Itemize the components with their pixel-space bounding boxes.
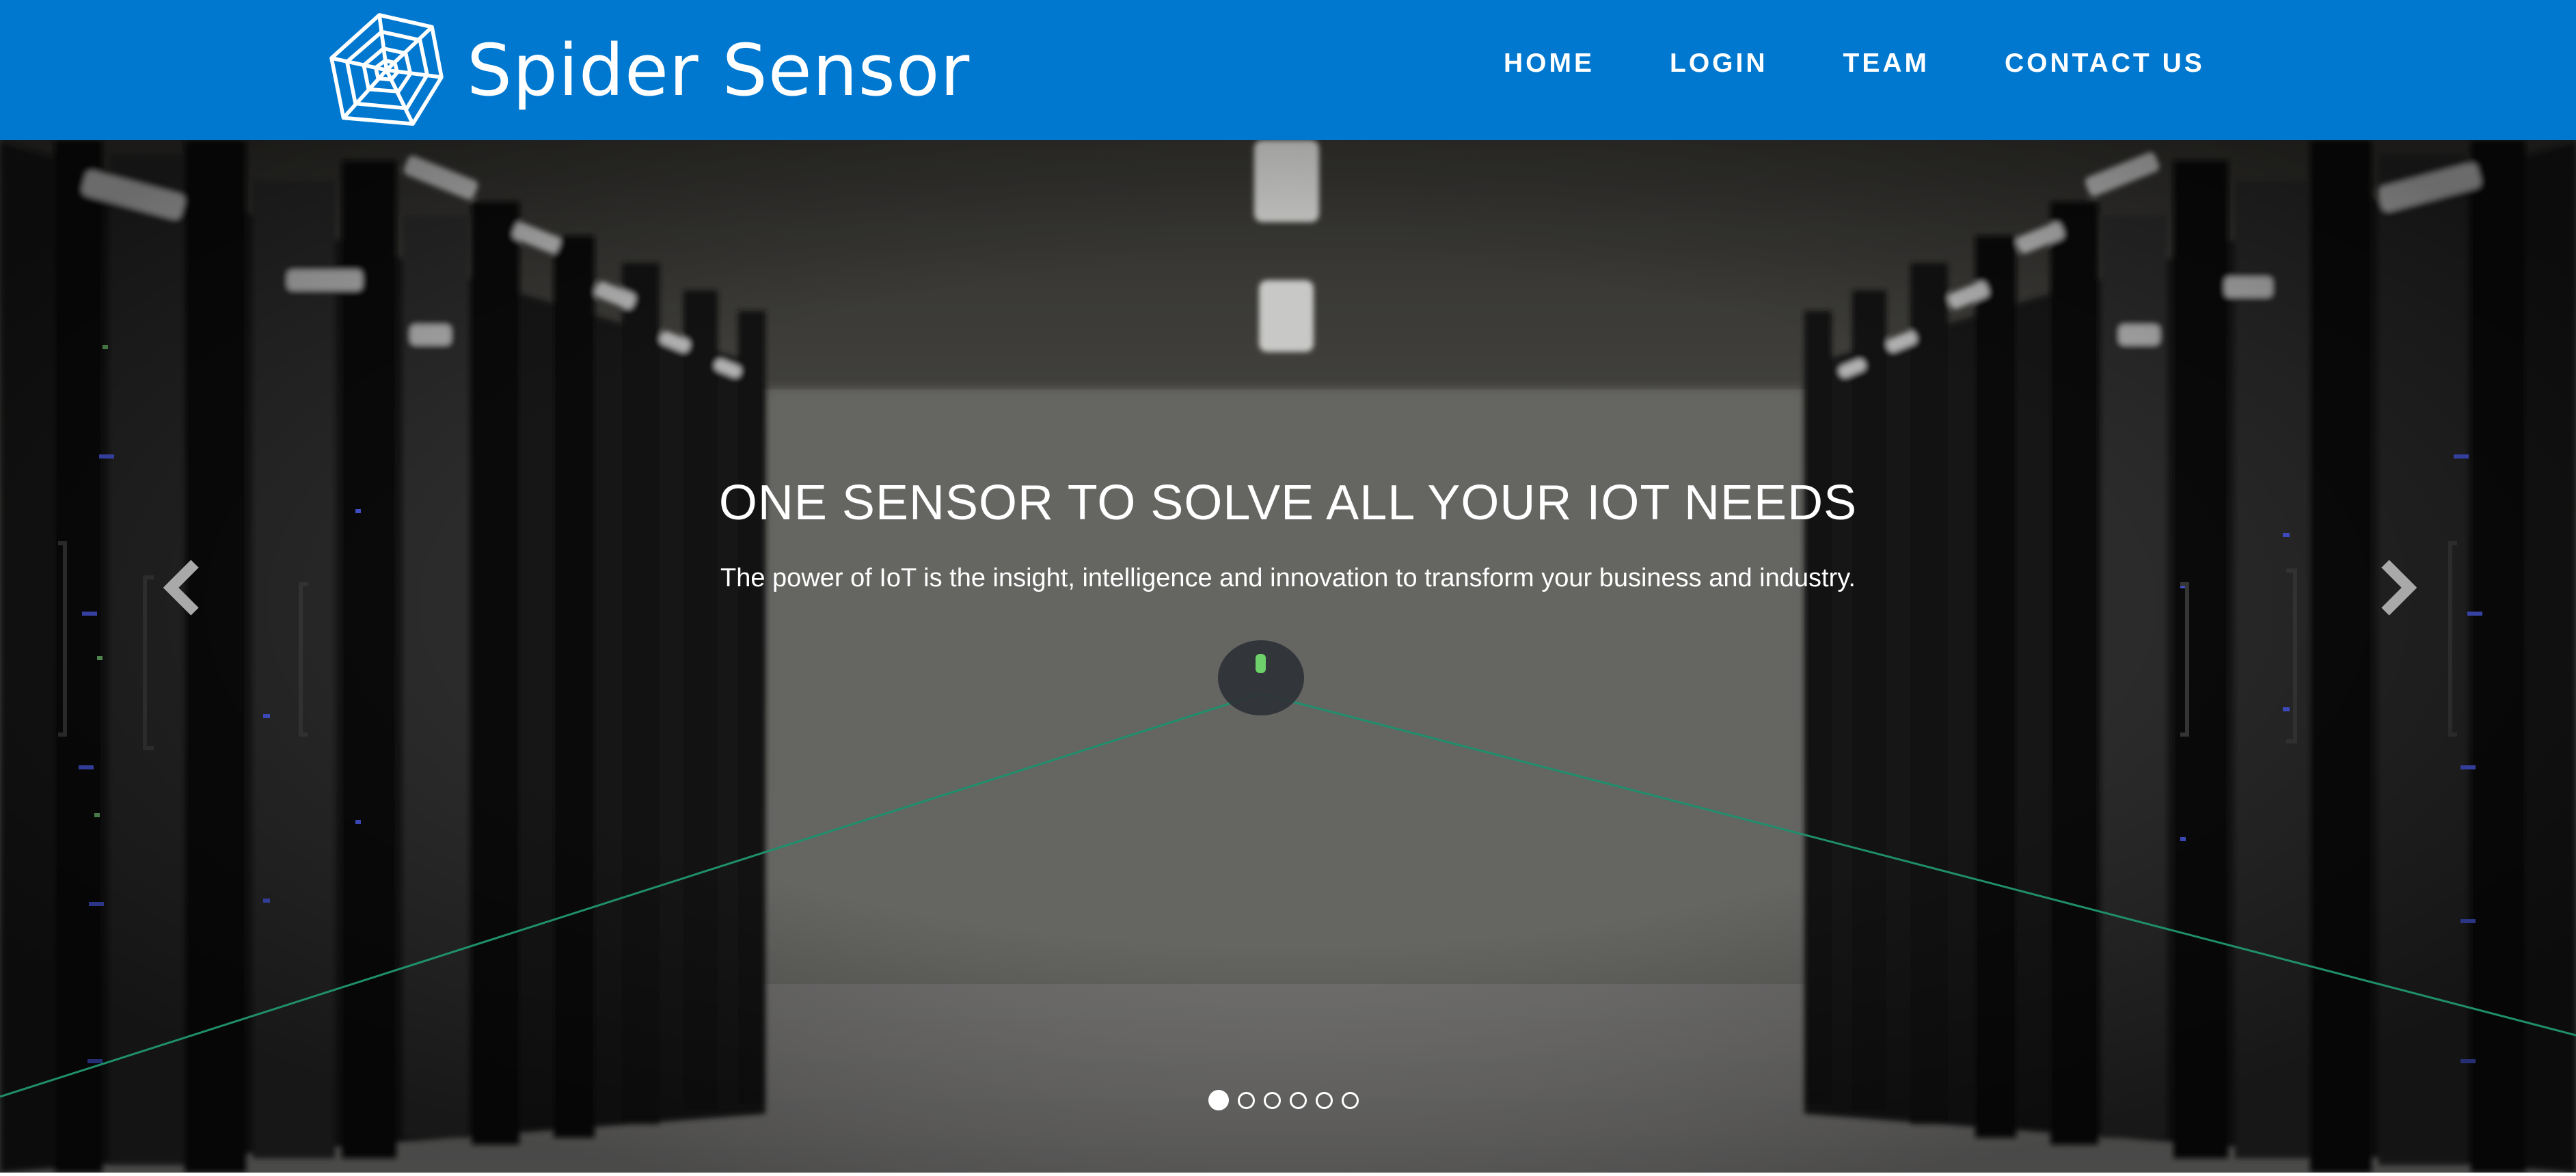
hero-title: ONE SENSOR TO SOLVE ALL YOUR IOT NEEDS: [718, 476, 1858, 530]
chevron-left-icon: [163, 560, 199, 616]
carousel-indicator-6[interactable]: [1342, 1091, 1359, 1109]
hero-subtitle: The power of IoT is the insight, intelli…: [720, 564, 1856, 592]
carousel-indicator-3[interactable]: [1264, 1091, 1281, 1109]
page-bottom-edge: [0, 1173, 2576, 1176]
carousel-indicators: [1208, 1090, 1368, 1110]
brand-home-link[interactable]: Spider Sensor: [327, 0, 970, 140]
nav-home-link[interactable]: HOME: [1504, 49, 1595, 79]
carousel-indicator-5[interactable]: [1316, 1091, 1333, 1109]
carousel-indicator-2[interactable]: [1238, 1091, 1255, 1109]
hero-carousel: ONE SENSOR TO SOLVE ALL YOUR IOT NEEDS T…: [0, 140, 2576, 1173]
main-nav: HOME LOGIN TEAM CONTACT US: [1504, 0, 2205, 126]
carousel-next-button[interactable]: [2368, 550, 2423, 625]
spider-web-icon: [329, 13, 444, 126]
chevron-right-icon: [2381, 560, 2417, 616]
brand-name: Spider Sensor: [467, 28, 971, 112]
nav-login-link[interactable]: LOGIN: [1670, 49, 1768, 79]
nav-team-link[interactable]: TEAM: [1843, 49, 1930, 79]
carousel-prev-button[interactable]: [157, 550, 212, 625]
carousel-indicator-1[interactable]: [1208, 1090, 1229, 1110]
carousel-indicator-4[interactable]: [1290, 1091, 1307, 1109]
nav-contact-us-link[interactable]: CONTACT US: [2005, 49, 2205, 79]
server-room-background: [0, 140, 2576, 1173]
top-navbar: Spider Sensor HOME LOGIN TEAM CONTACT US: [0, 0, 2576, 140]
